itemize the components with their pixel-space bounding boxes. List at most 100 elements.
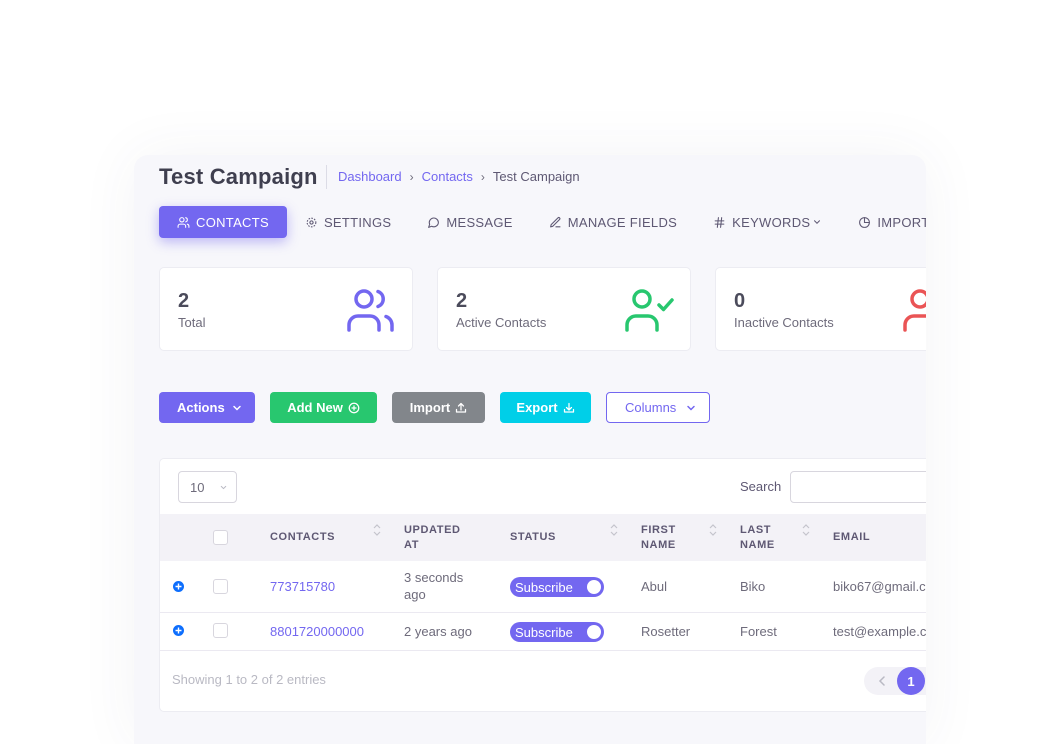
users-icon bbox=[347, 289, 394, 332]
updated-at: 2 years ago bbox=[404, 624, 472, 639]
columns-button[interactable]: Columns bbox=[606, 392, 710, 423]
page-title: Test Campaign bbox=[159, 164, 318, 189]
contact-number[interactable]: 8801720000000 bbox=[270, 623, 364, 640]
chevron-down-icon bbox=[814, 220, 821, 224]
stat-active-value: 2 bbox=[456, 290, 468, 312]
stat-card-total: 2 Total bbox=[159, 267, 413, 351]
title-divider bbox=[326, 165, 327, 189]
column-header-last-name[interactable]: LAST NAME bbox=[740, 514, 790, 561]
tab-contacts[interactable]: CONTACTS bbox=[159, 206, 287, 238]
tab-keywords[interactable]: KEYWORDS bbox=[695, 206, 840, 238]
updated-at: 3 seconds ago bbox=[404, 570, 464, 602]
stat-card-inactive: 0 Inactive Contacts bbox=[715, 267, 926, 351]
page-button-current[interactable]: 1 bbox=[897, 667, 925, 695]
status-toggle[interactable]: Subscribe bbox=[510, 622, 604, 642]
chevron-right-icon: › bbox=[480, 169, 485, 184]
last-name: Biko bbox=[740, 579, 766, 594]
user-check-icon bbox=[625, 289, 674, 332]
breadcrumb-contacts[interactable]: Contacts bbox=[422, 169, 473, 184]
sort-icon bbox=[709, 524, 717, 536]
last-name: Forest bbox=[740, 624, 777, 639]
table-row: 773715780 3 seconds ago Subscribe Abul B… bbox=[160, 561, 926, 613]
clock-icon bbox=[859, 216, 871, 228]
upload-icon bbox=[456, 402, 467, 413]
chevron-down-icon bbox=[233, 405, 241, 411]
toggle-knob bbox=[587, 625, 601, 639]
stats-row: 2 Total 2 Active Contacts 0 Inactive Con… bbox=[159, 267, 926, 351]
tab-settings-label: SETTINGS bbox=[323, 214, 392, 230]
stat-total-value: 2 bbox=[178, 290, 190, 312]
first-name: Rosetter bbox=[641, 624, 691, 639]
search-input[interactable] bbox=[790, 471, 926, 503]
gear-icon bbox=[306, 217, 317, 227]
status-label: Subscribe bbox=[515, 579, 573, 595]
expand-row-icon[interactable] bbox=[172, 580, 185, 593]
chevron-left-icon bbox=[878, 676, 885, 686]
chevron-right-icon: › bbox=[409, 169, 414, 184]
row-checkbox[interactable] bbox=[213, 579, 228, 594]
user-x-icon bbox=[903, 289, 926, 332]
tab-manage-fields[interactable]: MANAGE FIELDS bbox=[531, 206, 695, 238]
tab-manage-fields-label: MANAGE FIELDS bbox=[567, 214, 678, 230]
stat-inactive-label: Inactive Contacts bbox=[734, 315, 834, 330]
column-header-first-name[interactable]: FIRST NAME bbox=[641, 514, 691, 561]
status-label: Subscribe bbox=[515, 624, 573, 640]
tab-import-history-label: IMPORT HISTO bbox=[877, 214, 926, 230]
columns-button-label: Columns bbox=[625, 400, 677, 415]
column-header-updated-at[interactable]: UPDATED AT bbox=[404, 514, 474, 561]
column-header-status[interactable]: STATUS bbox=[510, 514, 590, 561]
stat-total-label: Total bbox=[178, 315, 206, 330]
breadcrumb-dashboard[interactable]: Dashboard bbox=[338, 169, 402, 184]
tab-message-label: MESSAGE bbox=[446, 214, 513, 230]
tab-bar: CONTACTS SETTINGS MESSAGE MANAGE FIELDS … bbox=[159, 206, 926, 238]
plus-circle-icon bbox=[348, 402, 360, 413]
search-label: Search bbox=[740, 479, 782, 494]
email: test@example.c bbox=[833, 624, 926, 639]
download-icon bbox=[563, 402, 574, 413]
stat-inactive-value: 0 bbox=[734, 290, 746, 312]
users-icon bbox=[177, 216, 190, 228]
edit-pen-icon bbox=[549, 216, 561, 227]
add-new-button-label: Add New bbox=[287, 400, 343, 415]
table-info: Showing 1 to 2 of 2 entries bbox=[172, 672, 326, 687]
action-toolbar: Actions Add New Import Export Columns bbox=[159, 392, 710, 423]
expand-row-icon[interactable] bbox=[172, 624, 185, 637]
campaign-panel: Test Campaign Dashboard › Contacts › Tes… bbox=[134, 155, 926, 744]
import-button-label: Import bbox=[409, 400, 451, 415]
contacts-table-card: 10 Search CONTACTS UPDATED AT STATUS FIR… bbox=[159, 458, 926, 712]
previous-page-button[interactable] bbox=[872, 667, 892, 695]
hash-icon bbox=[714, 216, 725, 228]
table-header: CONTACTS UPDATED AT STATUS FIRST NAME LA… bbox=[160, 514, 926, 561]
column-header-email[interactable]: EMAIL bbox=[833, 514, 926, 561]
stat-active-label: Active Contacts bbox=[456, 315, 547, 330]
table-row: 8801720000000 2 years ago Subscribe Rose… bbox=[160, 613, 926, 651]
status-toggle[interactable]: Subscribe bbox=[510, 577, 604, 597]
chevron-down-icon bbox=[687, 405, 695, 411]
chevron-down-icon bbox=[220, 485, 227, 489]
export-button-label: Export bbox=[516, 400, 558, 415]
first-name: Abul bbox=[641, 579, 668, 594]
sort-icon bbox=[610, 524, 618, 536]
breadcrumb: Dashboard › Contacts › Test Campaign bbox=[338, 169, 580, 184]
select-all-checkbox[interactable] bbox=[213, 530, 228, 545]
actions-button[interactable]: Actions bbox=[159, 392, 255, 423]
tab-message[interactable]: MESSAGE bbox=[409, 206, 530, 238]
pagination: 1 bbox=[864, 667, 926, 695]
sort-icon bbox=[373, 524, 381, 536]
export-button[interactable]: Export bbox=[500, 392, 591, 423]
page-length-value: 10 bbox=[190, 479, 205, 495]
tab-contacts-label: CONTACTS bbox=[196, 214, 269, 230]
add-new-button[interactable]: Add New bbox=[270, 392, 377, 423]
message-circle-icon bbox=[428, 216, 440, 228]
email: biko67@gmail.c bbox=[833, 579, 926, 594]
import-button[interactable]: Import bbox=[392, 392, 485, 423]
page-length-select[interactable]: 10 bbox=[178, 471, 237, 503]
row-checkbox[interactable] bbox=[213, 623, 228, 638]
column-header-contacts[interactable]: CONTACTS bbox=[270, 514, 370, 561]
toggle-knob bbox=[587, 580, 601, 594]
breadcrumb-current: Test Campaign bbox=[492, 169, 580, 184]
tab-settings[interactable]: SETTINGS bbox=[287, 206, 409, 238]
actions-button-label: Actions bbox=[177, 400, 225, 415]
contact-number[interactable]: 773715780 bbox=[270, 578, 335, 595]
tab-import-history[interactable]: IMPORT HISTO bbox=[840, 206, 926, 238]
